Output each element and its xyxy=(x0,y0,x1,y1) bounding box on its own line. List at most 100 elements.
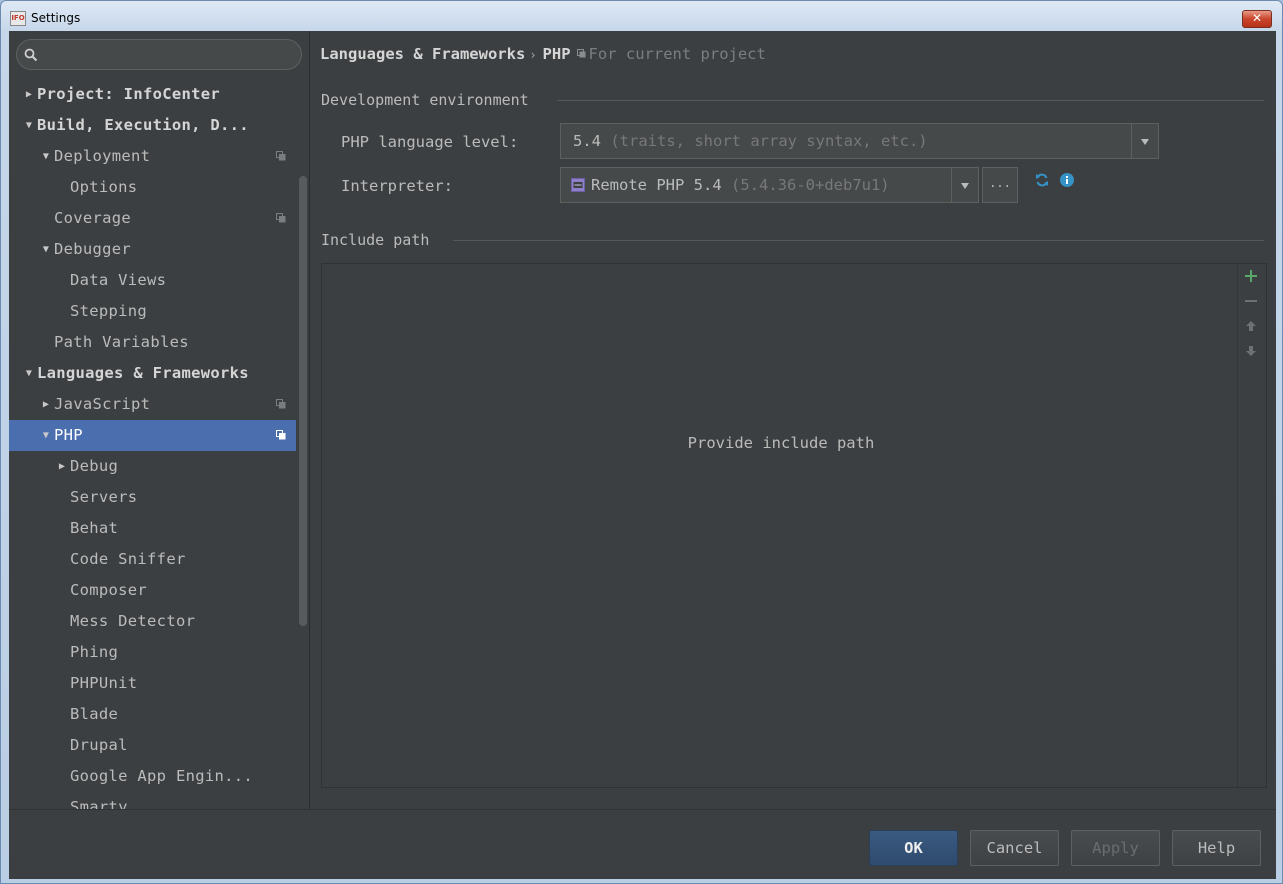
sidebar-item-label: JavaScript xyxy=(54,395,151,413)
app-logo-icon: IFO xyxy=(10,11,26,26)
sidebar-item-deployment[interactable]: ▼ Deployment xyxy=(9,141,296,172)
sidebar-item-phing[interactable]: Phing xyxy=(9,637,296,668)
sidebar-item-google-app-engin[interactable]: Google App Engin... xyxy=(9,761,296,792)
project-scope-icon xyxy=(276,213,286,223)
info-icon[interactable] xyxy=(1059,172,1075,188)
expanded-arrow-icon[interactable]: ▼ xyxy=(23,110,35,141)
sidebar-item-label: Debug xyxy=(70,457,119,475)
expanded-arrow-icon[interactable]: ▼ xyxy=(40,420,52,451)
sidebar-item-label: Blade xyxy=(70,705,119,723)
include-path-list[interactable]: Provide include path xyxy=(321,263,1267,788)
project-scope-icon xyxy=(276,430,286,440)
breadcrumb-scope: For current project xyxy=(588,45,766,63)
sidebar-item-data-views[interactable]: Data Views xyxy=(9,265,296,296)
interpreter-combo[interactable]: Remote PHP 5.4 (5.4.36-0+deb7u1) xyxy=(560,167,979,203)
search-input[interactable] xyxy=(45,45,289,67)
include-path-toolbar xyxy=(1237,264,1266,787)
php-level-combo[interactable]: 5.4 (traits, short array syntax, etc.) xyxy=(560,123,1159,159)
php-interpreter-icon xyxy=(571,178,585,192)
collapsed-arrow-icon[interactable]: ▶ xyxy=(23,79,35,110)
interpreter-label: Interpreter: xyxy=(341,177,453,195)
php-level-hint: (traits, short array syntax, etc.) xyxy=(610,132,928,150)
include-path-empty-text: Provide include path xyxy=(687,434,875,452)
sidebar-item-label: Composer xyxy=(70,581,148,599)
search-icon xyxy=(24,48,38,62)
sidebar-item-smarty[interactable]: Smarty xyxy=(9,792,296,809)
include-path-divider xyxy=(453,240,1264,241)
sidebar-item-label: Drupal xyxy=(70,736,128,754)
settings-tree: ▶ Project: InfoCenter ▼ Build, Execution, D… xyxy=(9,79,296,809)
project-scope-icon xyxy=(276,151,286,161)
expanded-arrow-icon[interactable]: ▼ xyxy=(23,358,35,389)
add-icon[interactable] xyxy=(1244,269,1258,283)
breadcrumb-separator: › xyxy=(529,48,537,62)
sidebar-item-label: Debugger xyxy=(54,240,132,258)
sidebar-item-phpunit[interactable]: PHPUnit xyxy=(9,668,296,699)
expanded-arrow-icon[interactable]: ▼ xyxy=(40,234,52,265)
project-scope-icon xyxy=(576,49,586,58)
sidebar-item-build-execution-d[interactable]: ▼ Build, Execution, D... xyxy=(9,110,296,141)
sidebar-item-behat[interactable]: Behat xyxy=(9,513,296,544)
sidebar-item-label: Google App Engin... xyxy=(70,767,254,785)
sidebar-item-label: Build, Execution, D... xyxy=(37,116,249,134)
sidebar-item-javascript[interactable]: ▶ JavaScript xyxy=(9,389,296,420)
project-scope-icon xyxy=(276,399,286,409)
sidebar-item-code-sniffer[interactable]: Code Sniffer xyxy=(9,544,296,575)
breadcrumb-parent[interactable]: Languages & Frameworks xyxy=(320,45,525,63)
sidebar-item-label: Phing xyxy=(70,643,119,661)
remove-icon[interactable] xyxy=(1244,294,1258,308)
sidebar-item-stepping[interactable]: Stepping xyxy=(9,296,296,327)
sidebar-item-drupal[interactable]: Drupal xyxy=(9,730,296,761)
sidebar-item-label: Options xyxy=(70,178,138,196)
sidebar-item-options[interactable]: Options xyxy=(9,172,296,203)
chevron-down-icon[interactable] xyxy=(1131,124,1158,158)
interpreter-hint: (5.4.36-0+deb7u1) xyxy=(731,176,890,194)
interpreter-value: Remote PHP 5.4 xyxy=(591,176,722,194)
sidebar-item-debugger[interactable]: ▼ Debugger xyxy=(9,234,296,265)
sidebar-item-label: Project: InfoCenter xyxy=(37,85,221,103)
dialog-client: ▶ Project: InfoCenter ▼ Build, Execution, D… xyxy=(9,31,1276,879)
move-down-icon[interactable] xyxy=(1244,344,1258,358)
breadcrumb-current: PHP xyxy=(542,45,571,63)
php-level-value: 5.4 xyxy=(573,132,601,150)
collapsed-arrow-icon[interactable]: ▶ xyxy=(56,451,68,482)
php-level-text: 5.4 (traits, short array syntax, etc.) xyxy=(573,124,928,158)
sidebar-item-project-infocenter[interactable]: ▶ Project: InfoCenter xyxy=(9,79,296,110)
sidebar-item-label: Smarty xyxy=(70,798,128,809)
sidebar-item-servers[interactable]: Servers xyxy=(9,482,296,513)
sidebar-item-php[interactable]: ▼ PHP xyxy=(9,420,296,451)
close-button[interactable]: ✕ xyxy=(1242,10,1272,28)
cancel-button[interactable]: Cancel xyxy=(970,830,1059,866)
sidebar-item-label: Deployment xyxy=(54,147,151,165)
apply-button[interactable]: Apply xyxy=(1071,830,1160,866)
php-level-label: PHP language level: xyxy=(341,133,519,151)
sidebar-item-blade[interactable]: Blade xyxy=(9,699,296,730)
sidebar-item-mess-detector[interactable]: Mess Detector xyxy=(9,606,296,637)
move-up-icon[interactable] xyxy=(1244,319,1258,333)
breadcrumb: Languages & Frameworks › PHP For current pr… xyxy=(320,45,766,63)
sidebar-item-languages-frameworks[interactable]: ▼ Languages & Frameworks xyxy=(9,358,296,389)
php-settings-panel: Languages & Frameworks › PHP For current pr… xyxy=(310,31,1276,809)
browse-interpreter-button[interactable]: ... xyxy=(982,167,1018,203)
sidebar-item-label: Code Sniffer xyxy=(70,550,186,568)
sidebar-item-label: PHPUnit xyxy=(70,674,138,692)
dialog-footer: OK Cancel Apply Help xyxy=(9,809,1276,879)
sidebar-scrollbar[interactable] xyxy=(299,176,307,626)
ok-button[interactable]: OK xyxy=(869,830,958,866)
sidebar-item-debug[interactable]: ▶ Debug xyxy=(9,451,296,482)
refresh-icon[interactable] xyxy=(1034,172,1050,188)
help-button[interactable]: Help xyxy=(1172,830,1261,866)
sidebar-item-label: Coverage xyxy=(54,209,132,227)
sidebar-item-label: Stepping xyxy=(70,302,148,320)
sidebar-item-coverage[interactable]: Coverage xyxy=(9,203,296,234)
sidebar-item-label: Servers xyxy=(70,488,138,506)
expanded-arrow-icon[interactable]: ▼ xyxy=(40,141,52,172)
settings-sidebar: ▶ Project: InfoCenter ▼ Build, Execution, D… xyxy=(9,31,310,809)
chevron-down-icon[interactable] xyxy=(951,168,978,202)
settings-window: IFO Settings ✕ ▶ Project: InfoCenter ▼ Buil… xyxy=(0,0,1283,884)
dev-env-divider xyxy=(557,100,1264,101)
include-path-section-title: Include path xyxy=(321,231,430,249)
sidebar-item-path-variables[interactable]: Path Variables xyxy=(9,327,296,358)
sidebar-item-composer[interactable]: Composer xyxy=(9,575,296,606)
collapsed-arrow-icon[interactable]: ▶ xyxy=(40,389,52,420)
